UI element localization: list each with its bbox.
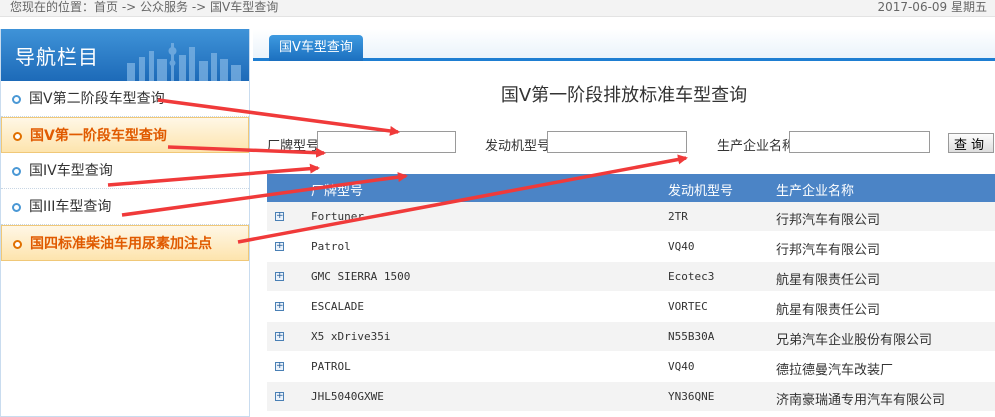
- sidebar-item-guo5-stage1[interactable]: 国V第一阶段车型查询: [1, 117, 249, 153]
- vehicle-model-input[interactable]: [317, 131, 456, 153]
- current-date: 2017-06-09 星期五: [877, 0, 987, 14]
- sidebar-item-guo4[interactable]: 国IV车型查询: [1, 153, 249, 189]
- cell-manufacturer: 兄弟汽车企业股份有限公司: [776, 333, 933, 348]
- cell-engine: N55B30A: [668, 330, 715, 343]
- sidebar-item-label: 国四标准柴油车用尿素加注点: [30, 236, 212, 252]
- cell-engine: 2TR: [668, 210, 688, 223]
- bullet-icon: [13, 132, 22, 141]
- cell-manufacturer: 航星有限责任公司: [776, 273, 881, 288]
- manufacturer-input[interactable]: [789, 131, 930, 153]
- bullet-icon: [13, 240, 22, 249]
- sidebar-item-guo3[interactable]: 国III车型查询: [1, 189, 249, 225]
- expand-plus-icon[interactable]: +: [275, 392, 284, 401]
- column-header-model: 厂牌型号: [311, 184, 364, 199]
- expand-plus-icon[interactable]: +: [275, 272, 284, 281]
- cell-manufacturer: 济南豪瑞通专用汽车有限公司: [776, 393, 946, 408]
- cell-engine: VQ40: [668, 360, 695, 373]
- sidebar: 导航栏目 国V第二阶段车型查询 国V第一阶段车型查询 国IV车型查询 国III车…: [0, 29, 250, 417]
- bullet-icon: [12, 203, 21, 212]
- breadcrumb: 您现在的位置：首页 -> 公众服务 -> 国V车型查询: [10, 0, 279, 14]
- expand-plus-icon[interactable]: +: [275, 332, 284, 341]
- tab-guo5-query[interactable]: 国V车型查询: [269, 35, 363, 61]
- sidebar-item-label: 国III车型查询: [29, 199, 112, 215]
- table-row: + Fortuner 2TR 行邦汽车有限公司: [267, 202, 995, 232]
- bullet-icon: [12, 95, 21, 104]
- cell-model: Patrol: [311, 240, 351, 253]
- table-row: + JHL5040GXWE YN36QNE 济南豪瑞通专用汽车有限公司: [267, 382, 995, 412]
- search-form: 厂牌型号 发动机型号 生产企业名称 查询: [253, 131, 995, 155]
- top-bar: 您现在的位置：首页 -> 公众服务 -> 国V车型查询 2017-06-09 星…: [0, 0, 995, 17]
- sidebar-item-urea-stations[interactable]: 国四标准柴油车用尿素加注点: [1, 225, 249, 261]
- manufacturer-label: 生产企业名称: [717, 139, 796, 154]
- cell-manufacturer: 行邦汽车有限公司: [776, 213, 881, 228]
- expand-plus-icon[interactable]: +: [275, 212, 284, 221]
- sidebar-title: 导航栏目: [15, 45, 99, 69]
- table-row: + X5 xDrive35i N55B30A 兄弟汽车企业股份有限公司: [267, 322, 995, 352]
- table-row: + Patrol VQ40 行邦汽车有限公司: [267, 232, 995, 262]
- column-header-engine: 发动机型号: [668, 184, 734, 199]
- city-skyline-icon: [127, 43, 241, 81]
- engine-model-input[interactable]: [547, 131, 687, 153]
- table-row: + PATROL VQ40 德拉德曼汽车改装厂: [267, 352, 995, 382]
- expand-plus-icon[interactable]: +: [275, 302, 284, 311]
- cell-manufacturer: 航星有限责任公司: [776, 303, 881, 318]
- cell-engine: Ecotec3: [668, 270, 715, 283]
- results-table: 厂牌型号 发动机型号 生产企业名称 + Fortuner 2TR 行邦汽车有限公…: [267, 174, 995, 412]
- sidebar-item-label: 国V第一阶段车型查询: [30, 128, 167, 144]
- cell-manufacturer: 行邦汽车有限公司: [776, 243, 881, 258]
- cell-model: ESCALADE: [311, 300, 364, 313]
- sidebar-item-label: 国IV车型查询: [29, 163, 113, 179]
- expand-plus-icon[interactable]: +: [275, 362, 284, 371]
- vehicle-model-label: 厂牌型号: [267, 139, 320, 154]
- cell-engine: YN36QNE: [668, 390, 715, 403]
- table-row: + GMC SIERRA 1500 Ecotec3 航星有限责任公司: [267, 262, 995, 292]
- table-header: 厂牌型号 发动机型号 生产企业名称: [267, 174, 995, 202]
- sidebar-item-label: 国V第二阶段车型查询: [29, 91, 165, 107]
- cell-model: PATROL: [311, 360, 351, 373]
- cell-model: Fortuner: [311, 210, 364, 223]
- cell-model: GMC SIERRA 1500: [311, 270, 411, 283]
- table-row: + ESCALADE VORTEC 航星有限责任公司: [267, 292, 995, 322]
- main-content: 国V车型查询 国V第一阶段排放标准车型查询 厂牌型号 发动机型号 生产企业名称 …: [253, 29, 995, 417]
- cell-model: JHL5040GXWE: [311, 390, 384, 403]
- search-button[interactable]: 查询: [948, 133, 994, 153]
- cell-model: X5 xDrive35i: [311, 330, 391, 343]
- sidebar-header: 导航栏目: [1, 29, 249, 81]
- cell-engine: VORTEC: [668, 300, 708, 313]
- page-title: 国V第一阶段排放标准车型查询: [500, 85, 748, 106]
- bullet-icon: [12, 167, 21, 176]
- cell-engine: VQ40: [668, 240, 695, 253]
- engine-model-label: 发动机型号: [485, 139, 551, 154]
- expand-plus-icon[interactable]: +: [275, 242, 284, 251]
- sidebar-item-guo5-stage2[interactable]: 国V第二阶段车型查询: [1, 81, 249, 117]
- column-header-manufacturer: 生产企业名称: [776, 184, 855, 199]
- tab-bar: 国V车型查询: [253, 29, 995, 61]
- cell-manufacturer: 德拉德曼汽车改装厂: [776, 363, 894, 378]
